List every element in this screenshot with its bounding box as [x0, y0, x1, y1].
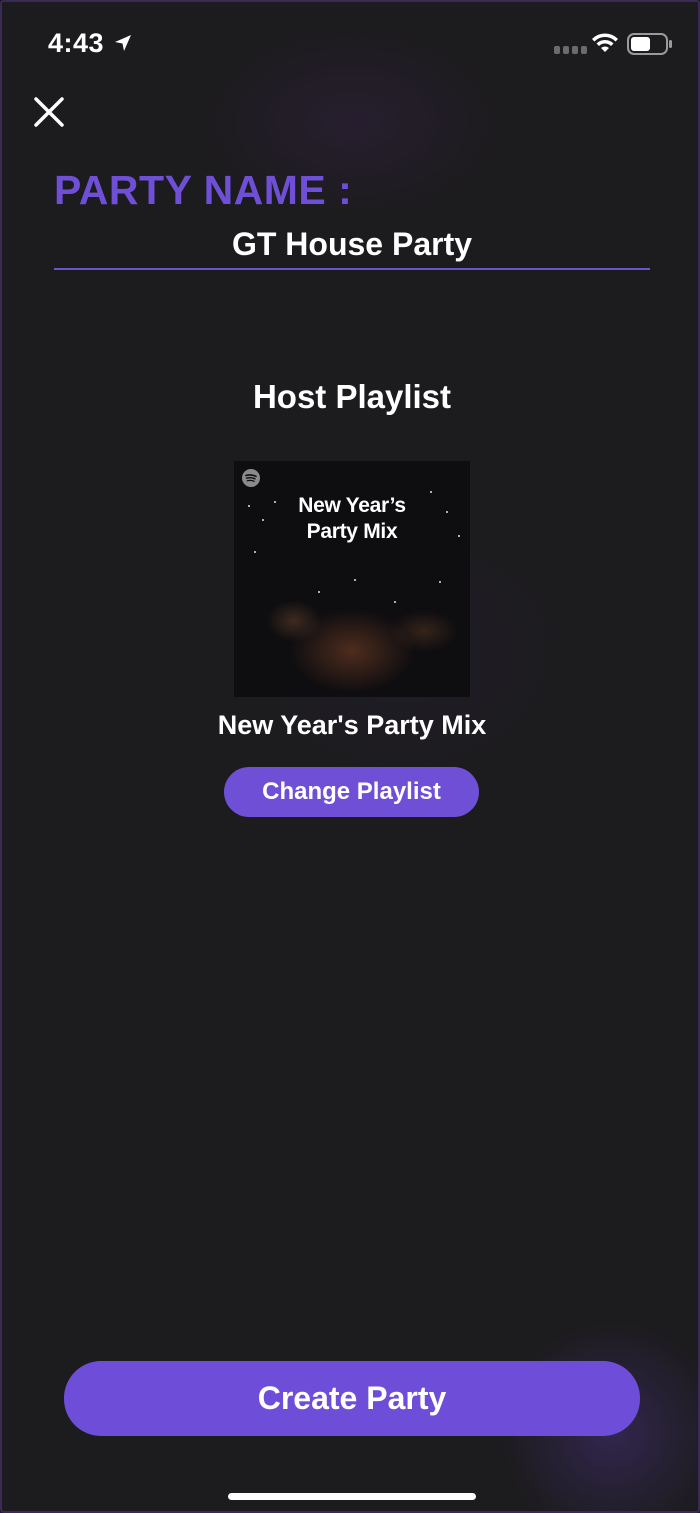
sparkle: [458, 535, 460, 537]
party-name-label: PARTY NAME :: [54, 167, 353, 213]
sparkle: [439, 581, 441, 583]
sparkle: [248, 505, 250, 507]
wifi-icon: [592, 33, 618, 52]
spotify-logo-icon: [242, 469, 260, 487]
cellular-signal-icon: [554, 46, 587, 54]
location-arrow-icon: [115, 35, 131, 51]
sparkle: [262, 519, 264, 521]
sparkle: [318, 591, 320, 593]
cover-title-line-2: Party Mix: [306, 520, 398, 543]
change-playlist-button[interactable]: Change Playlist: [224, 767, 479, 817]
party-name-input[interactable]: [54, 220, 650, 270]
sparkle: [430, 491, 432, 493]
playlist-cover-image: New Year’s Party Mix: [234, 461, 470, 697]
host-playlist-title: Host Playlist: [252, 378, 452, 415]
sparkle: [274, 501, 276, 503]
battery-icon: [627, 33, 672, 55]
status-time: 4:43: [48, 28, 105, 58]
create-party-button[interactable]: Create Party: [64, 1361, 640, 1436]
sparkle: [254, 551, 256, 553]
home-indicator[interactable]: [228, 1493, 476, 1500]
sparkle: [394, 601, 396, 603]
sparkle: [354, 579, 356, 581]
cover-title-line-1: New Year’s: [298, 494, 406, 517]
cover-title: New Year’s Party Mix: [234, 493, 470, 545]
sparkle: [446, 511, 448, 513]
close-icon[interactable]: [32, 95, 66, 129]
screen: 4:43 PARTY NAME : Host Playlist N: [0, 0, 700, 1513]
playlist-name: New Year's Party Mix: [217, 710, 487, 740]
